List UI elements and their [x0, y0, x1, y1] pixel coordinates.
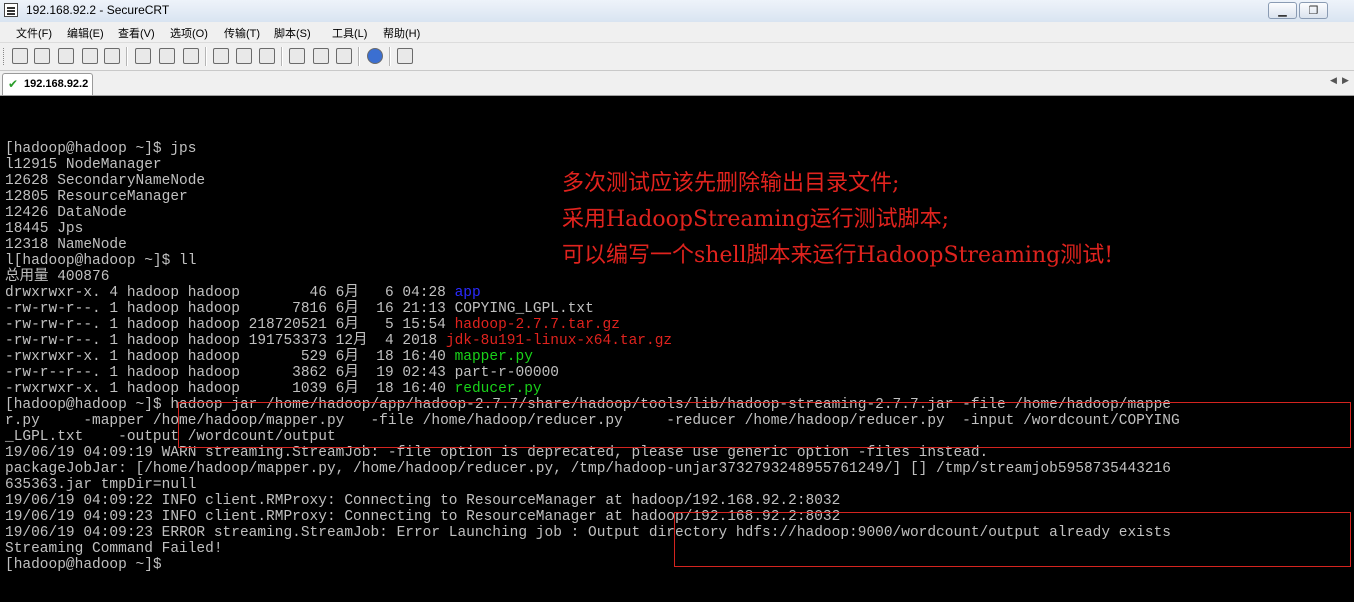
- toolbar-separator: [126, 47, 128, 66]
- terminal-text: Streaming Command Failed!: [5, 541, 223, 557]
- terminal-text: l12915 NodeManager: [5, 157, 162, 173]
- terminal-text: 18445 Jps: [5, 221, 84, 237]
- toolbar-separator: [389, 47, 391, 66]
- window-title: 192.168.92.2 - SecureCRT: [26, 3, 170, 17]
- terminal-text: 635363.jar tmpDir=null: [5, 477, 197, 493]
- quick-connect-icon[interactable]: [34, 48, 50, 64]
- terminal-text: -rw-rw-r--. 1 hadoop hadoop 218720521 6月…: [5, 317, 455, 333]
- terminal-text: l[hadoop@hadoop ~]$ ll: [5, 253, 197, 269]
- global-options-icon[interactable]: [313, 48, 329, 64]
- toolbar-separator: [358, 47, 360, 66]
- menu-tools[interactable]: 工具(L): [332, 25, 367, 41]
- terminal-text: 12805 ResourceManager: [5, 189, 188, 205]
- menu-view[interactable]: 查看(V): [118, 25, 155, 41]
- help-icon[interactable]: [367, 48, 383, 64]
- about-icon[interactable]: [397, 48, 413, 64]
- title-bar: 192.168.92.2 - SecureCRT ▁ ❐: [0, 0, 1354, 23]
- menu-help[interactable]: 帮助(H): [383, 25, 420, 41]
- minimize-button[interactable]: ▁: [1268, 2, 1297, 19]
- annotation-line: 采用HadoopStreaming运行测试脚本;: [562, 207, 950, 232]
- terminal-text: packageJobJar: [/home/hadoop/mapper.py, …: [5, 461, 1171, 477]
- toolbar-separator: [205, 47, 207, 66]
- terminal-line: 19/06/19 04:09:22 INFO client.RMProxy: C…: [5, 493, 1180, 509]
- terminal-line: -rw-rw-r--. 1 hadoop hadoop 7816 6月 16 2…: [5, 301, 1180, 317]
- menu-script[interactable]: 脚本(S): [274, 25, 311, 41]
- terminal-text: -rwxrwxr-x. 1 hadoop hadoop 529 6月 18 16…: [5, 349, 455, 365]
- toolbar: [0, 43, 1354, 71]
- toolbar-grip[interactable]: [3, 48, 7, 65]
- tab-scroll-right-icon[interactable]: ▶: [1342, 76, 1349, 86]
- terminal-line: -rw-r--r--. 1 hadoop hadoop 3862 6月 19 0…: [5, 365, 1180, 381]
- disconnect-icon[interactable]: [104, 48, 120, 64]
- terminal-line: drwxrwxr-x. 4 hadoop hadoop 46 6月 6 04:2…: [5, 285, 1180, 301]
- connected-check-icon: ✔: [8, 77, 19, 91]
- menu-options[interactable]: 选项(O): [170, 25, 208, 41]
- print-icon[interactable]: [259, 48, 275, 64]
- connect-tab-icon[interactable]: [58, 48, 74, 64]
- terminal-line: packageJobJar: [/home/hadoop/mapper.py, …: [5, 461, 1180, 477]
- terminal-line: -rw-rw-r--. 1 hadoop hadoop 218720521 6月…: [5, 317, 1180, 333]
- terminal-text: drwxrwxr-x. 4 hadoop hadoop 46 6月 6 04:2…: [5, 285, 455, 301]
- terminal-text: reducer.py: [454, 381, 542, 397]
- terminal-text: 12426 DataNode: [5, 205, 127, 221]
- terminal-line: -rwxrwxr-x. 1 hadoop hadoop 1039 6月 18 1…: [5, 381, 1180, 397]
- toolbar-separator: [281, 47, 283, 66]
- keymap-icon[interactable]: [336, 48, 352, 64]
- annotation-line: 多次测试应该先删除输出目录文件;: [562, 171, 900, 196]
- session-tab-label: 192.168.92.2: [24, 78, 89, 90]
- securecrt-app-icon[interactable]: [4, 3, 18, 17]
- find-icon[interactable]: [183, 48, 199, 64]
- terminal-line: -rw-rw-r--. 1 hadoop hadoop 191753373 12…: [5, 333, 1180, 349]
- terminal-text: hadoop-2.7.7.tar.gz: [454, 317, 620, 333]
- print-selection-icon[interactable]: [236, 48, 252, 64]
- menu-file[interactable]: 文件(F): [16, 25, 52, 41]
- terminal-text: -rw-rw-r--. 1 hadoop hadoop 191753373 12…: [5, 333, 446, 349]
- highlight-box-error: [674, 512, 1351, 567]
- print-screen-icon[interactable]: [213, 48, 229, 64]
- terminal-text: -rw-rw-r--. 1 hadoop hadoop 7816 6月 16 2…: [5, 301, 594, 317]
- highlight-box-command: [178, 402, 1351, 448]
- annotation-line: 可以编写一个shell脚本来运行HadoopStreaming测试!: [562, 243, 1114, 268]
- paste-icon[interactable]: [159, 48, 175, 64]
- terminal-text: 12628 SecondaryNameNode: [5, 173, 206, 189]
- connect-icon[interactable]: [12, 48, 28, 64]
- menu-edit[interactable]: 编辑(E): [67, 25, 104, 41]
- session-options-icon[interactable]: [289, 48, 305, 64]
- terminal-line: [hadoop@hadoop ~]$ jps: [5, 141, 1180, 157]
- annotation-note: 多次测试应该先删除输出目录文件; 采用HadoopStreaming运行测试脚本…: [562, 166, 1113, 274]
- terminal-text: 19/06/19 04:09:22 INFO client.RMProxy: C…: [5, 493, 841, 509]
- terminal-text: jdk-8u191-linux-x64.tar.gz: [445, 333, 673, 349]
- terminal-line: -rwxrwxr-x. 1 hadoop hadoop 529 6月 18 16…: [5, 349, 1180, 365]
- reconnect-icon[interactable]: [82, 48, 98, 64]
- menu-bar: 文件(F) 编辑(E) 查看(V) 选项(O) 传输(T) 脚本(S) 工具(L…: [0, 22, 1354, 43]
- terminal-line: 635363.jar tmpDir=null: [5, 477, 1180, 493]
- session-tab-bar: ✔ 192.168.92.2 ◀ ▶: [0, 71, 1354, 96]
- terminal-text: -rwxrwxr-x. 1 hadoop hadoop 1039 6月 18 1…: [5, 381, 455, 397]
- terminal-text: [hadoop@hadoop ~]$ jps: [5, 141, 197, 157]
- terminal-text: [hadoop@hadoop ~]$: [5, 557, 171, 573]
- terminal-text: app: [454, 285, 481, 301]
- tab-scroll-left-icon[interactable]: ◀: [1330, 76, 1337, 86]
- terminal-text: 总用量 400876: [5, 269, 110, 285]
- session-tab[interactable]: ✔ 192.168.92.2: [2, 73, 93, 95]
- copy-icon[interactable]: [135, 48, 151, 64]
- terminal-text: mapper.py: [454, 349, 533, 365]
- maximize-button[interactable]: ❐: [1299, 2, 1328, 19]
- terminal-text: -rw-r--r--. 1 hadoop hadoop 3862 6月 19 0…: [5, 365, 559, 381]
- menu-transfer[interactable]: 传输(T): [224, 25, 260, 41]
- terminal-text: 12318 NameNode: [5, 237, 127, 253]
